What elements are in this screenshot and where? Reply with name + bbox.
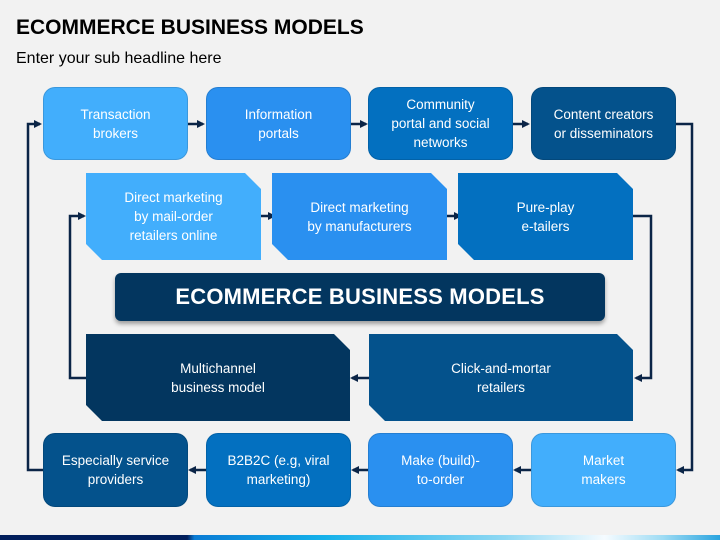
node-text: e-tailers	[521, 218, 570, 234]
node-direct-marketing-manufacturers: Direct marketing by manufacturers	[272, 173, 447, 260]
node-text: Content creators	[553, 106, 654, 122]
node-pure-play-etailers: Pure-play e-tailers	[458, 173, 633, 260]
node-text: makers	[581, 472, 626, 487]
node-especially-service-providers: Especially service providers	[43, 433, 188, 507]
node-text: Direct marketing	[310, 199, 409, 215]
node-text: retailers online	[129, 228, 218, 243]
node-text: B2B2C (e.g, viral	[227, 453, 330, 468]
node-text: Make (build)-	[401, 453, 480, 468]
arrow-pureplay-to-clickmortar	[632, 214, 653, 382]
arrow-especially-to-transaction	[26, 120, 44, 472]
node-text: Information	[244, 106, 313, 122]
node-text: brokers	[92, 125, 138, 141]
node-text: Multichannel	[180, 360, 256, 376]
node-content-creators: Content creators or disseminators	[531, 87, 676, 160]
node-text: business model	[171, 379, 265, 395]
node-text: by mail-order	[134, 209, 213, 224]
node-transaction-brokers: Transaction brokers	[43, 87, 188, 160]
node-text: Transaction	[80, 106, 151, 122]
node-text: marketing)	[246, 472, 311, 487]
node-text: to-order	[416, 472, 465, 487]
node-text: Especially service	[61, 453, 170, 468]
arrow-content-to-market-makers	[675, 122, 694, 474]
node-market-makers: Market makers	[531, 433, 676, 507]
node-text: Pure-play	[516, 199, 575, 215]
node-text: or disseminators	[553, 125, 654, 141]
node-text: networks	[413, 135, 468, 150]
node-text: Click-and-mortar	[451, 360, 551, 376]
node-b2b2c: B2B2C (e.g, viral marketing)	[206, 433, 351, 507]
node-text: retailers	[476, 379, 525, 395]
node-information-portals: Information portals	[206, 87, 351, 160]
node-text: Community	[406, 97, 475, 112]
center-title-banner: ECOMMERCE BUSINESS MODELS	[115, 273, 605, 321]
node-multichannel-business-model: Multichannel business model	[86, 334, 350, 421]
node-click-and-mortar: Click-and-mortar retailers	[369, 334, 633, 421]
node-text: portals	[258, 125, 299, 141]
node-community-portal: Community portal and social networks	[368, 87, 513, 160]
node-direct-marketing-mail-order: Direct marketing by mail-order retailers o…	[86, 173, 261, 260]
node-text: portal and social	[391, 116, 490, 131]
node-text: by manufacturers	[307, 218, 412, 234]
node-text: providers	[87, 472, 144, 487]
node-make-to-order: Make (build)- to-order	[368, 433, 513, 507]
arrow-multichannel-to-mailorder	[68, 212, 86, 380]
footer-gradient-bar	[0, 535, 720, 540]
node-text: Market	[582, 453, 625, 468]
node-text: Direct marketing	[124, 190, 223, 205]
